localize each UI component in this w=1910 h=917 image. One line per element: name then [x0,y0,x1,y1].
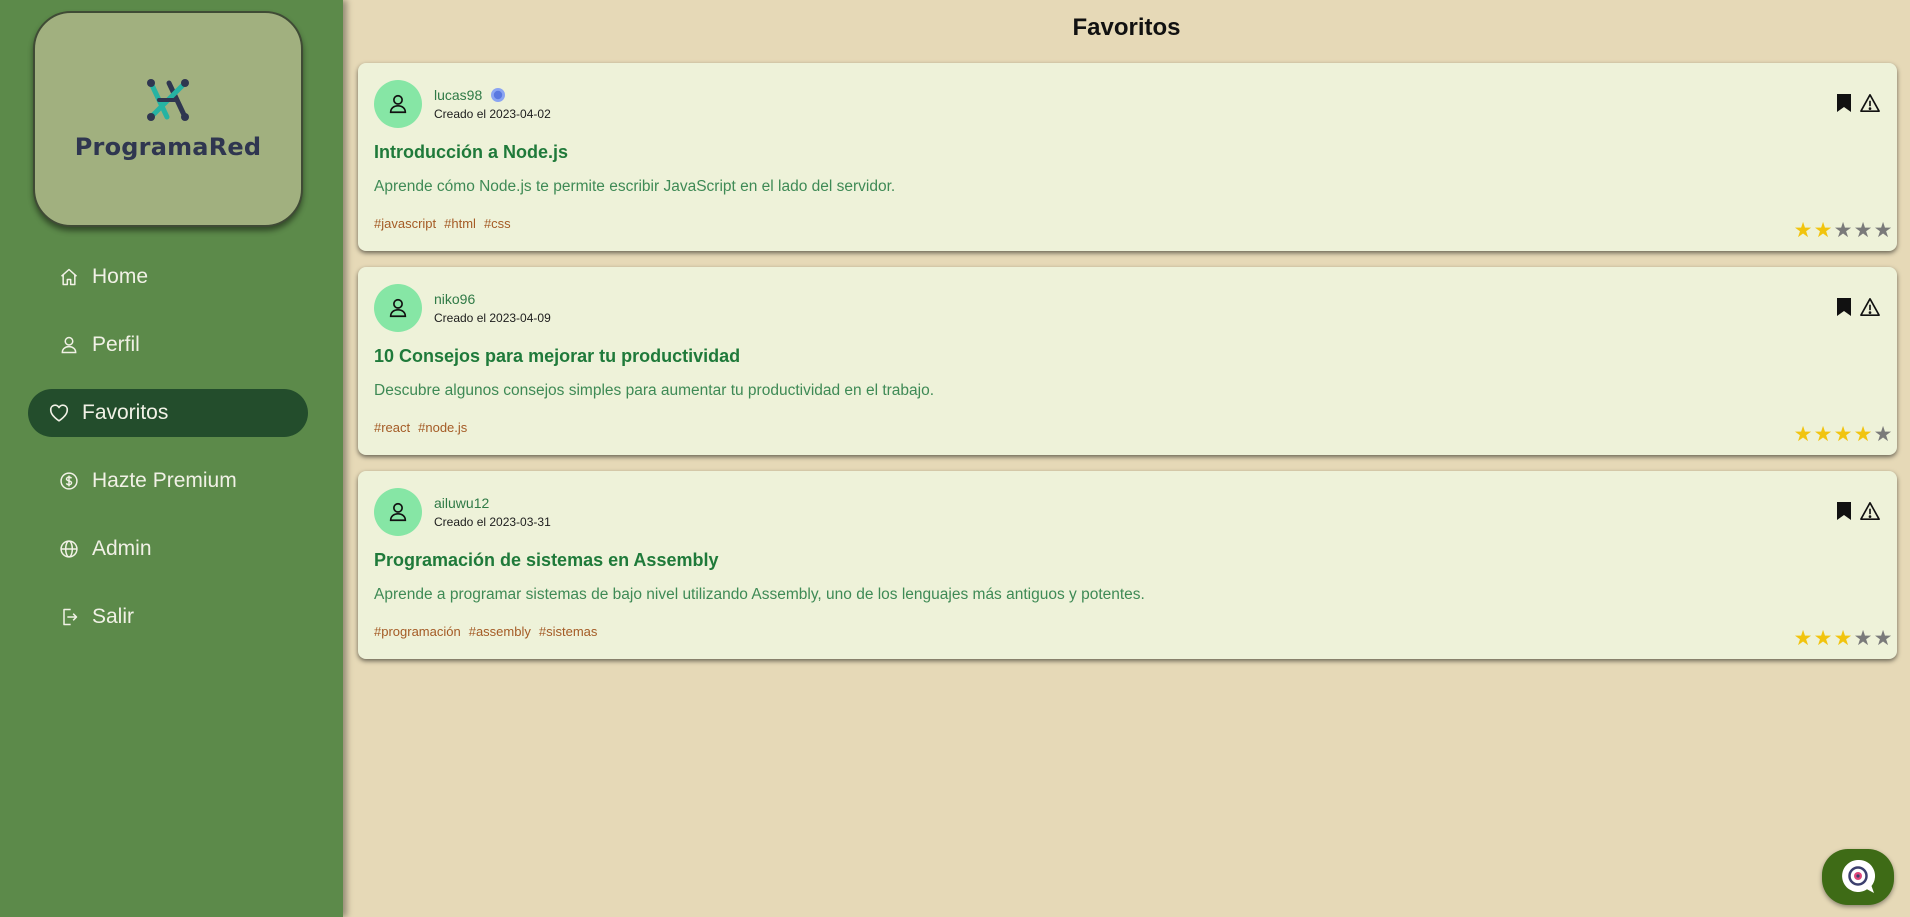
created-date: Creado el 2023-04-02 [434,107,551,121]
star-empty-icon[interactable]: ★ [1833,220,1853,241]
sidebar-item-label: Home [92,265,149,288]
tag[interactable]: #react [374,420,410,435]
report-warning-icon[interactable] [1859,296,1881,318]
tag[interactable]: #css [484,216,511,231]
user-icon [389,298,407,318]
star-filled-icon[interactable]: ★ [1793,220,1813,241]
bookmark-icon[interactable] [1833,92,1855,114]
sidebar-nav: Home Perfil Favoritos Hazte Premium Admi… [28,253,308,661]
report-warning-icon[interactable] [1859,500,1881,522]
post-author[interactable]: ailuwu12 [434,495,489,511]
user-icon [389,502,407,522]
tag[interactable]: #programación [374,624,461,639]
sidebar-item-label: Hazte Premium [92,469,237,492]
star-empty-icon[interactable]: ★ [1853,628,1873,649]
star-filled-icon[interactable]: ★ [1813,220,1833,241]
sidebar-item-label: Admin [92,537,152,560]
chatbot-button[interactable] [1822,849,1894,905]
post-author[interactable]: niko96 [434,291,475,307]
tag[interactable]: #sistemas [539,624,598,639]
post-actions [1833,92,1881,114]
tag[interactable]: #javascript [374,216,436,231]
chatbot-icon [1842,859,1876,893]
star-empty-icon[interactable]: ★ [1853,220,1873,241]
sidebar-item-label: Favoritos [82,401,169,424]
post-card[interactable]: ailuwu12 Creado el 2023-03-31 Programaci… [358,471,1897,659]
star-filled-icon[interactable]: ★ [1853,424,1873,445]
tag-list: #programación #assembly #sistemas [374,624,597,639]
avatar[interactable] [374,80,422,128]
sidebar-item-home[interactable]: Home [28,253,308,301]
post-title[interactable]: Programación de sistemas en Assembly [374,550,718,571]
username[interactable]: lucas98 [434,87,482,103]
star-empty-icon[interactable]: ★ [1873,424,1893,445]
created-date: Creado el 2023-03-31 [434,515,551,529]
app-name: ProgramaRed [74,133,262,161]
post-description: Aprende a programar sistemas de bajo niv… [374,586,1145,603]
star-filled-icon[interactable]: ★ [1793,628,1813,649]
star-rating[interactable]: ★ ★ ★ ★ ★ [1793,424,1893,445]
sidebar-item-salir[interactable]: Salir [28,593,308,641]
tag-list: #javascript #html #css [374,216,511,231]
sidebar-item-label: Perfil [92,333,140,356]
post-title[interactable]: Introducción a Node.js [374,142,568,163]
star-filled-icon[interactable]: ★ [1833,424,1853,445]
star-empty-icon[interactable]: ★ [1873,628,1893,649]
user-icon [389,94,407,114]
logo-card[interactable]: ProgramaRed [33,11,303,227]
verified-badge-icon [491,88,506,102]
tag[interactable]: #html [444,216,476,231]
post-description: Aprende cómo Node.js te permite escribir… [374,178,896,195]
star-filled-icon[interactable]: ★ [1833,628,1853,649]
bookmark-icon[interactable] [1833,296,1855,318]
globe-icon [58,538,80,560]
page-title: Favoritos [1072,14,1181,41]
sidebar-item-admin[interactable]: Admin [28,525,308,573]
main-content: Favoritos lucas98 Creado el 2023-04-02 I… [343,0,1910,917]
post-card[interactable]: lucas98 Creado el 2023-04-02 Introducció… [358,63,1897,251]
post-actions [1833,296,1881,318]
user-icon [58,334,80,356]
post-actions [1833,500,1881,522]
logout-icon [58,606,80,628]
avatar[interactable] [374,488,422,536]
sidebar-item-favoritos[interactable]: Favoritos [28,389,308,437]
post-card[interactable]: niko96 Creado el 2023-04-09 10 Consejos … [358,267,1897,455]
home-icon [58,266,80,288]
post-author[interactable]: lucas98 [434,87,506,103]
dollar-circle-icon [58,470,80,492]
username[interactable]: niko96 [434,291,475,307]
sidebar-item-perfil[interactable]: Perfil [28,321,308,369]
post-title[interactable]: 10 Consejos para mejorar tu productivida… [374,346,740,367]
sidebar-item-hazte-premium[interactable]: Hazte Premium [28,457,308,505]
bookmark-icon[interactable] [1833,500,1855,522]
sidebar: ProgramaRed Home Perfil Favoritos Hazte … [0,0,343,917]
programared-logo-icon [147,79,189,121]
star-filled-icon[interactable]: ★ [1813,424,1833,445]
star-filled-icon[interactable]: ★ [1793,424,1813,445]
post-description: Descubre algunos consejos simples para a… [374,382,935,399]
tag[interactable]: #assembly [469,624,531,639]
star-rating[interactable]: ★ ★ ★ ★ ★ [1793,628,1893,649]
star-filled-icon[interactable]: ★ [1813,628,1833,649]
tag-list: #react #node.js [374,420,467,435]
sidebar-item-label: Salir [92,605,135,628]
username[interactable]: ailuwu12 [434,495,489,511]
star-rating[interactable]: ★ ★ ★ ★ ★ [1793,220,1893,241]
avatar[interactable] [374,284,422,332]
created-date: Creado el 2023-04-09 [434,311,551,325]
star-empty-icon[interactable]: ★ [1873,220,1893,241]
tag[interactable]: #node.js [418,420,467,435]
report-warning-icon[interactable] [1859,92,1881,114]
heart-icon [48,402,70,424]
